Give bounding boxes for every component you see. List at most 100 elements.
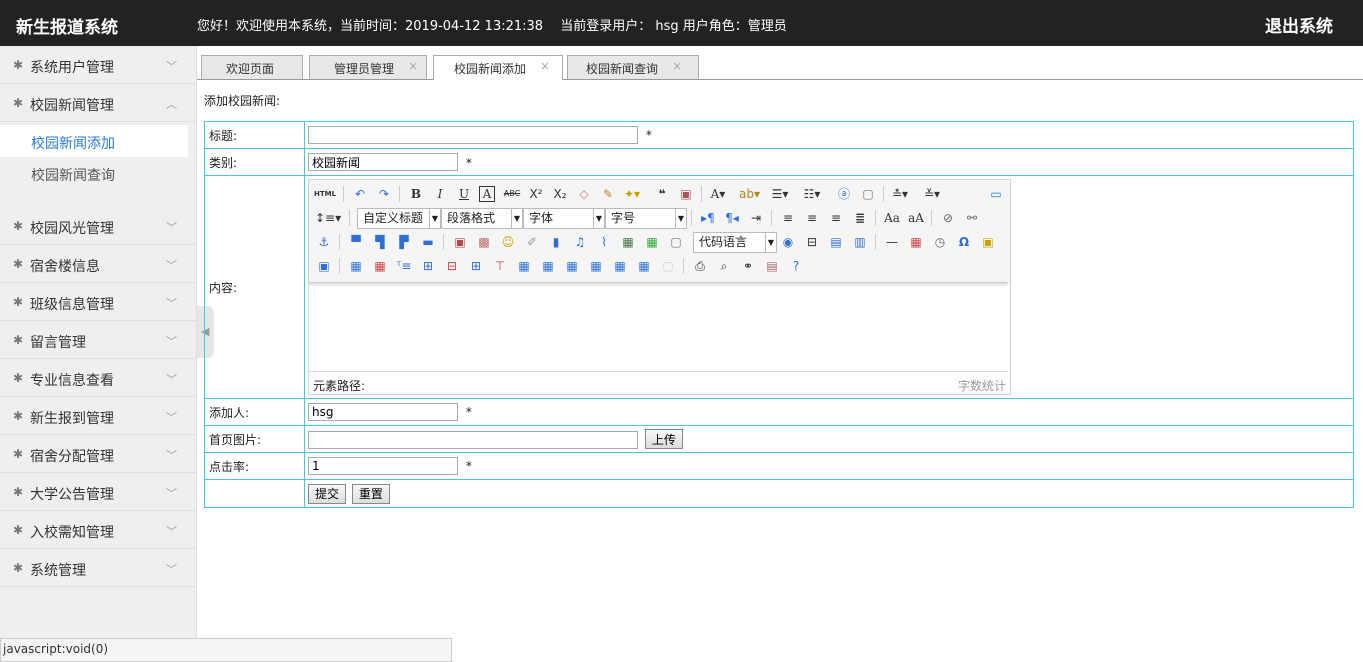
multi-image-icon[interactable]: ▩ xyxy=(475,233,493,251)
find-replace-icon[interactable]: ⚭ xyxy=(739,257,757,275)
row-spacing-bottom-icon[interactable]: ≚▾ xyxy=(923,185,941,203)
paste-text-icon[interactable]: ▣ xyxy=(677,185,695,203)
gmap-icon[interactable]: ▦ xyxy=(643,233,661,251)
split-rows-icon[interactable]: ▦ xyxy=(611,257,629,275)
close-icon[interactable]: × xyxy=(672,59,682,73)
template-icon[interactable]: ▤ xyxy=(827,233,845,251)
underline-icon[interactable]: U xyxy=(455,185,473,203)
anchor-icon[interactable]: ⚓ xyxy=(315,233,333,251)
print-icon[interactable]: ⎙ xyxy=(691,257,709,275)
delete-col-icon[interactable]: ⊤ xyxy=(491,257,509,275)
editor-content-area[interactable] xyxy=(309,283,1008,371)
format-brush-icon[interactable]: ✎ xyxy=(599,185,617,203)
reset-button[interactable]: 重置 xyxy=(351,483,390,504)
image-center-icon[interactable]: ▬ xyxy=(419,233,437,251)
delete-table-icon[interactable]: ▦ xyxy=(371,257,389,275)
tab-welcome[interactable]: 欢迎页面 xyxy=(201,55,303,79)
align-center-icon[interactable]: ≡ xyxy=(803,209,821,227)
merge-down-icon[interactable]: ▦ xyxy=(563,257,581,275)
wordimage-icon[interactable]: ▣ xyxy=(979,233,997,251)
map-icon[interactable]: ▦ xyxy=(619,233,637,251)
strikethrough-icon[interactable]: ABC xyxy=(503,185,521,203)
scrawl-icon[interactable]: ✐ xyxy=(523,233,541,251)
sidebar-item-system-users[interactable]: ✱ 系统用户管理 ﹀ xyxy=(0,46,196,84)
select-all-icon[interactable]: ⓐ xyxy=(835,185,853,203)
font-family-select[interactable]: 字体 ▼ xyxy=(523,208,605,229)
author-input[interactable] xyxy=(308,403,458,421)
frame-icon[interactable]: ▢ xyxy=(667,233,685,251)
bold-icon[interactable]: B xyxy=(407,185,425,203)
sidebar-item-messages[interactable]: ✱ 留言管理 ﹀ xyxy=(0,321,196,359)
font-color-icon[interactable]: A▾ xyxy=(709,185,727,203)
time-icon[interactable]: ◷ xyxy=(931,233,949,251)
sidebar-subitem-news-query[interactable]: 校园新闻查询 xyxy=(0,157,196,189)
lowercase-icon[interactable]: aA xyxy=(907,209,925,227)
redo-icon[interactable]: ↷ xyxy=(375,185,393,203)
image-path-input[interactable] xyxy=(308,430,638,449)
align-right-icon[interactable]: ≡ xyxy=(827,209,845,227)
align-justify-icon[interactable]: ≣ xyxy=(851,209,869,227)
code-language-select[interactable]: 代码语言 ▼ xyxy=(693,232,777,253)
ltr-icon[interactable]: ▸¶ xyxy=(699,209,717,227)
line-height-icon[interactable]: ↕≡▾ xyxy=(315,209,341,227)
uppercase-icon[interactable]: Aa xyxy=(883,209,901,227)
close-icon[interactable]: × xyxy=(540,59,550,73)
merge-right-icon[interactable]: ▦ xyxy=(539,257,557,275)
indent-icon[interactable]: ⇥ xyxy=(747,209,765,227)
unlink-icon[interactable]: ⚯ xyxy=(963,209,981,227)
logout-link[interactable]: 退出系统 xyxy=(1265,12,1333,37)
html-source-icon[interactable]: HTML xyxy=(313,185,337,203)
sidebar-item-enrollment-guide[interactable]: ✱ 入校需知管理 ﹀ xyxy=(0,511,196,549)
tab-admin-manage[interactable]: 管理员管理 × xyxy=(309,55,427,79)
insert-image-icon[interactable]: ▣ xyxy=(451,233,469,251)
font-border-icon[interactable]: A xyxy=(479,186,495,202)
horizontal-rule-icon[interactable]: — xyxy=(883,233,901,251)
sidebar-item-registration[interactable]: ✱ 新生报到管理 ﹀ xyxy=(0,397,196,435)
subscript-icon[interactable]: X₂ xyxy=(551,185,569,203)
undo-icon[interactable]: ↶ xyxy=(351,185,369,203)
video-icon[interactable]: ▮ xyxy=(547,233,565,251)
help-icon[interactable]: ? xyxy=(787,257,805,275)
row-spacing-top-icon[interactable]: ≛▾ xyxy=(891,185,909,203)
close-icon[interactable]: × xyxy=(408,59,418,73)
background-color-icon[interactable]: ab▾ xyxy=(739,185,760,203)
link-icon[interactable]: ⊘ xyxy=(939,209,957,227)
image-right-icon[interactable]: ▛ xyxy=(395,233,413,251)
rtl-icon[interactable]: ¶◂ xyxy=(723,209,741,227)
sidebar-item-announcements[interactable]: ✱ 大学公告管理 ﹀ xyxy=(0,473,196,511)
tab-news-query[interactable]: 校园新闻查询 × xyxy=(567,55,699,79)
sidebar-item-class-info[interactable]: ✱ 班级信息管理 ﹀ xyxy=(0,283,196,321)
sidebar-item-dorm-building[interactable]: ✱ 宿舍楼信息 ﹀ xyxy=(0,245,196,283)
merge-cells-icon[interactable]: ▦ xyxy=(515,257,533,275)
insert-paragraph-icon[interactable]: ᵀ≡ xyxy=(395,257,413,275)
special-char-icon[interactable]: Ω xyxy=(955,233,973,251)
upload-button[interactable]: 上传 xyxy=(644,429,683,449)
blockquote-icon[interactable]: ❝ xyxy=(653,185,671,203)
page-break-icon[interactable]: ⊟ xyxy=(803,233,821,251)
chart-icon[interactable]: ▢ xyxy=(659,257,677,275)
sidebar-item-campus-news[interactable]: ✱ 校园新闻管理 ︿ xyxy=(0,84,196,122)
tab-news-add[interactable]: 校园新闻添加 × xyxy=(433,55,563,80)
auto-format-icon[interactable]: ✦▾ xyxy=(623,185,641,203)
superscript-icon[interactable]: X² xyxy=(527,185,545,203)
attachment-icon[interactable]: ⌇ xyxy=(595,233,613,251)
background-icon[interactable]: ▥ xyxy=(851,233,869,251)
date-icon[interactable]: ▦ xyxy=(907,233,925,251)
insert-col-icon[interactable]: ⊞ xyxy=(467,257,485,275)
web-image-icon[interactable]: ◉ xyxy=(779,233,797,251)
delete-row-icon[interactable]: ⊟ xyxy=(443,257,461,275)
snapscreen-icon[interactable]: ▣ xyxy=(315,257,333,275)
italic-icon[interactable]: I xyxy=(431,185,449,203)
drafts-icon[interactable]: ▤ xyxy=(763,257,781,275)
sidebar-item-system[interactable]: ✱ 系统管理 ﹀ xyxy=(0,549,196,587)
image-left-icon[interactable]: ▜ xyxy=(371,233,389,251)
custom-title-select[interactable]: 自定义标题 ▼ xyxy=(357,208,441,229)
clicks-input[interactable] xyxy=(308,457,458,475)
align-left-icon[interactable]: ≡ xyxy=(779,209,797,227)
submit-button[interactable]: 提交 xyxy=(308,483,347,504)
insert-row-icon[interactable]: ⊞ xyxy=(419,257,437,275)
emotion-icon[interactable]: ☺ xyxy=(499,233,517,251)
insert-table-icon[interactable]: ▦ xyxy=(347,257,365,275)
paragraph-select[interactable]: 段落格式 ▼ xyxy=(441,208,523,229)
preview-icon[interactable]: ▭ xyxy=(987,185,1005,203)
